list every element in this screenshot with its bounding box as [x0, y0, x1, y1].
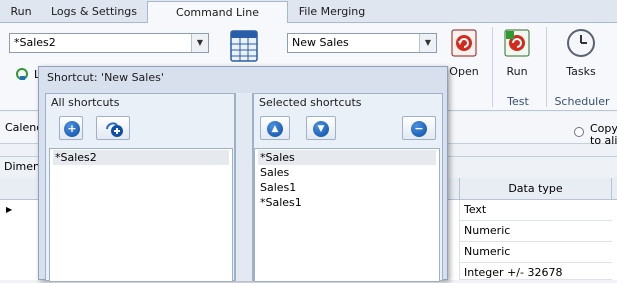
copy-option-label: Copy to alia [590, 122, 617, 147]
add-copy-icon [104, 120, 124, 138]
list-item[interactable]: *Sales [258, 150, 436, 165]
add-icon: + [64, 121, 80, 137]
chevron-down-icon[interactable]: ▼ [191, 34, 208, 52]
all-shortcuts-title: All shortcuts [51, 96, 120, 109]
table-row[interactable]: Numeric [459, 242, 612, 263]
selected-shortcuts-list: *Sales Sales Sales1 *Sales1 [254, 148, 440, 282]
open-label: Open [449, 65, 479, 78]
add-shortcut-button[interactable]: + [59, 116, 83, 140]
splitter[interactable] [235, 93, 253, 281]
table-row[interactable]: Numeric [459, 221, 612, 242]
open-button[interactable]: Open [446, 25, 482, 85]
run-button[interactable]: Run [499, 25, 535, 85]
add-copy-button[interactable] [96, 116, 130, 140]
table-row[interactable]: Integer +/- 32678 [459, 263, 612, 280]
list-item[interactable]: Sales [258, 165, 436, 180]
table-row[interactable]: Text [459, 200, 612, 221]
list-item[interactable]: Sales1 [258, 180, 436, 195]
new-shortcut-combo-value: New Sales [292, 36, 349, 49]
selected-shortcuts-title: Selected shortcuts [259, 96, 362, 109]
database-icon[interactable] [228, 29, 260, 63]
chevron-up-icon: ▲ [267, 121, 283, 137]
copy-radio[interactable] [574, 127, 584, 137]
tab-run[interactable]: Run [2, 1, 40, 23]
selected-shortcuts-panel: Selected shortcuts ▲ ▼ − *Sales Sales Sa… [253, 93, 443, 282]
shortcut-dialog: Shortcut: 'New Sales' All shortcuts + *S… [38, 66, 448, 282]
tab-file-merging[interactable]: File Merging [293, 1, 371, 23]
run-label: Run [506, 65, 528, 78]
new-shortcut-combo[interactable]: New Sales ▼ [287, 33, 437, 53]
remove-icon: − [411, 121, 427, 137]
all-shortcuts-list: *Sales2 [49, 148, 233, 282]
ribbon-tab-bar: Run Logs & Settings Command Line Shortcu… [0, 0, 617, 40]
chevron-down-icon: ▼ [313, 121, 329, 137]
tab-logs-settings[interactable]: Logs & Settings [46, 1, 142, 23]
clock-icon [566, 28, 596, 58]
tasks-button[interactable]: Tasks [559, 25, 603, 85]
splitter-bar [235, 93, 253, 281]
refresh-icon[interactable] [15, 67, 29, 81]
list-item[interactable]: *Sales2 [53, 150, 229, 165]
open-icon [450, 28, 478, 58]
test-group-label: Test [507, 95, 529, 108]
all-shortcuts-panel: All shortcuts + *Sales2 [45, 93, 235, 282]
group-divider [546, 27, 547, 107]
scheduler-group-label: Scheduler [554, 95, 610, 108]
row-pointer-icon: ▶ [6, 205, 13, 214]
data-type-column-header[interactable]: Data type [459, 178, 612, 200]
list-item[interactable]: *Sales1 [258, 195, 436, 210]
tasks-label: Tasks [566, 65, 596, 78]
shortcut-combo-value: *Sales2 [14, 36, 56, 49]
dialog-title: Shortcut: 'New Sales' [47, 71, 164, 84]
run-icon [503, 28, 531, 58]
move-up-button[interactable]: ▲ [260, 116, 290, 140]
shortcut-combo[interactable]: *Sales2 ▼ [9, 33, 209, 53]
tab-command-line-shortcuts[interactable]: Command Line Shortcuts [147, 1, 288, 40]
remove-button[interactable]: − [402, 116, 436, 140]
move-down-button[interactable]: ▼ [306, 116, 336, 140]
group-divider [492, 27, 493, 107]
chevron-down-icon[interactable]: ▼ [419, 34, 436, 52]
